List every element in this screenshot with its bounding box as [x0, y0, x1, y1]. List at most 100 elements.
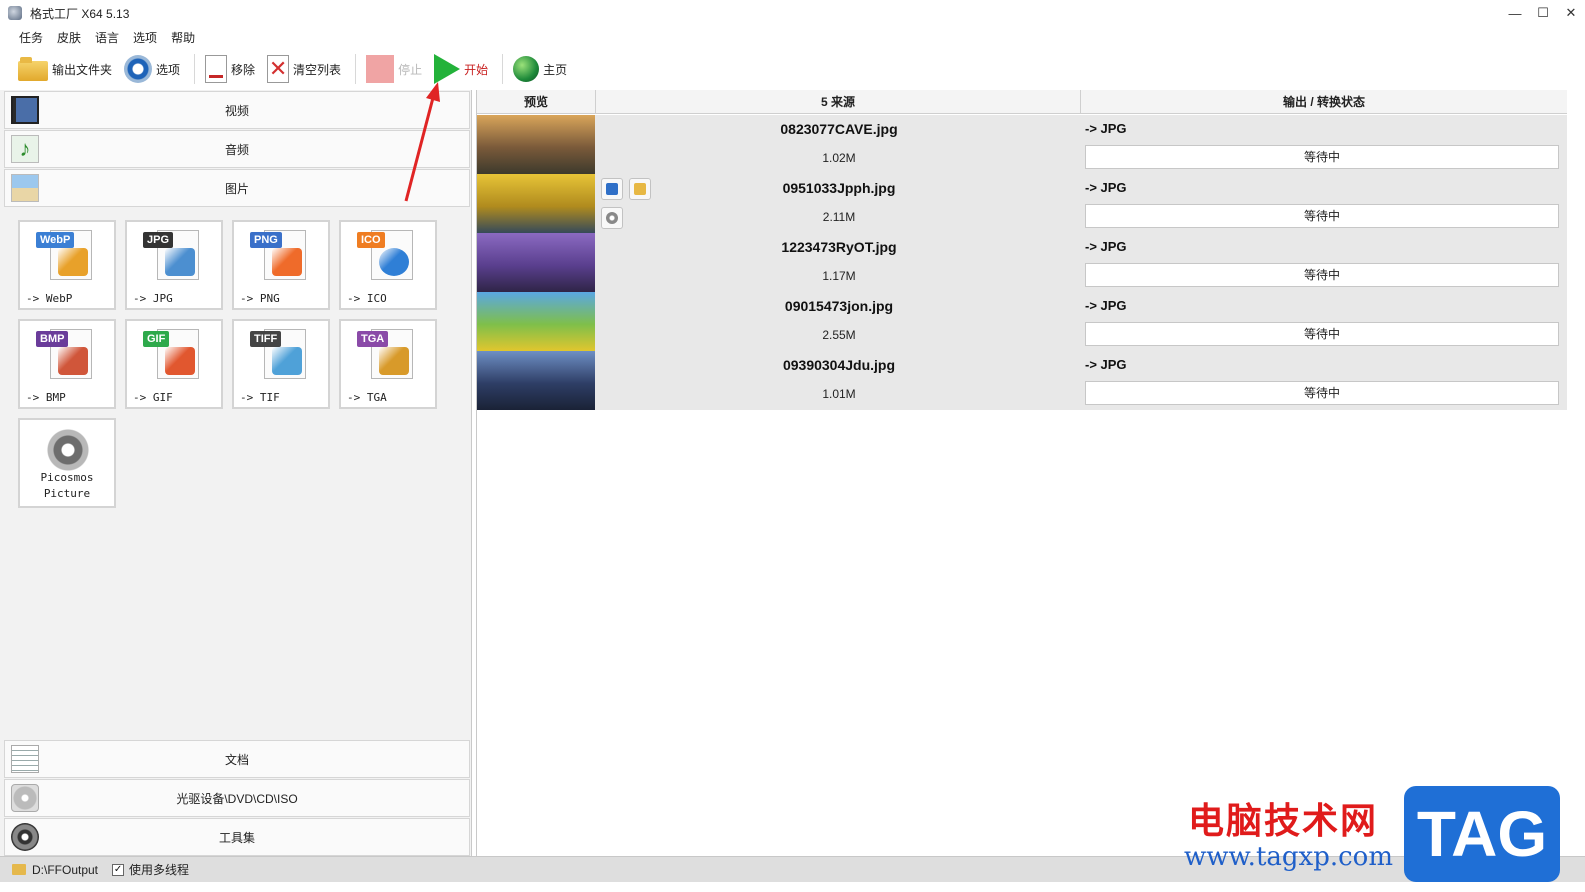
output-format: -> JPG [1085, 239, 1127, 254]
output-path[interactable]: D:\FFOutput [32, 863, 98, 877]
output-format: -> JPG [1085, 357, 1127, 372]
format-ico-tile[interactable]: ICO -> ICO [339, 220, 437, 310]
format-badge: PNG [250, 232, 282, 248]
col-source-header[interactable]: 5 来源 [596, 90, 1081, 114]
menu-task[interactable]: 任务 [12, 29, 50, 46]
format-label: -> JPG [133, 292, 173, 305]
col-preview-header[interactable]: 预览 [477, 90, 596, 114]
thumbnail [477, 292, 595, 351]
toolbar: 输出文件夹 选项 移除 ✕ 清空列表 停止 开始 主页 [0, 48, 1585, 90]
open-folder-button[interactable] [629, 178, 651, 200]
file-name: 0951033Jpph.jpg [782, 180, 896, 196]
remove-button[interactable]: 移除 [201, 51, 259, 87]
close-button[interactable]: ✕ [1557, 0, 1585, 26]
maximize-button[interactable]: ☐ [1529, 0, 1557, 26]
format-jpg-tile[interactable]: JPG -> JPG [125, 220, 223, 310]
format-badge: TIFF [250, 331, 282, 347]
format-badge: BMP [36, 331, 69, 347]
category-disc[interactable]: 光驱设备\DVD\CD\ISO [4, 779, 470, 817]
category-disc-label: 光驱设备\DVD\CD\ISO [176, 791, 298, 806]
table-row[interactable]: 09390304Jdu.jpg 1.01M -> JPG 等待中 [477, 351, 1567, 410]
start-label: 开始 [464, 62, 489, 77]
col-output-header[interactable]: 输出 / 转换状态 [1081, 90, 1567, 114]
toolbar-divider [194, 54, 196, 84]
options-label: 选项 [156, 62, 181, 77]
watermark-url: www.tagxp.com [1184, 842, 1393, 872]
table-row[interactable]: 09015473jon.jpg 2.55M -> JPG 等待中 [477, 292, 1567, 351]
clear-list-icon: ✕ [267, 55, 290, 83]
minimize-button[interactable]: — [1501, 0, 1529, 26]
format-label: -> PNG [240, 292, 280, 305]
status-box: 等待中 [1085, 204, 1559, 228]
status-box: 等待中 [1085, 322, 1559, 346]
multithread-label: 使用多线程 [129, 863, 190, 877]
output-format: -> JPG [1085, 121, 1127, 136]
file-size: 1.17M [822, 269, 856, 283]
window-title: 格式工厂 X64 5.13 [30, 6, 130, 21]
folder-icon [634, 183, 646, 195]
task-list-panel: 预览 5 来源 输出 / 转换状态 0823077CAVE.jpg 1.02M … [476, 90, 1567, 856]
table-row[interactable]: 1223473RyOT.jpg 1.17M -> JPG 等待中 [477, 233, 1567, 292]
picosmos-tile[interactable]: Picosmos Picture [18, 418, 116, 508]
status-box: 等待中 [1085, 263, 1559, 287]
category-tools[interactable]: 工具集 [4, 818, 470, 856]
file-size: 1.01M [822, 387, 856, 401]
status-box: 等待中 [1085, 381, 1559, 405]
file-info-button[interactable] [601, 178, 623, 200]
menu-skin[interactable]: 皮肤 [50, 29, 88, 46]
format-label: -> GIF [133, 391, 173, 404]
info-icon [606, 183, 618, 195]
thumbnail [477, 233, 595, 292]
watermark-logo: TAG [1404, 786, 1560, 882]
gear-icon [606, 212, 618, 224]
table-row[interactable]: 0951033Jpph.jpg 2.11M -> JPG 等待中 [477, 174, 1567, 233]
remove-doc-icon [205, 55, 228, 83]
format-bmp-tile[interactable]: BMP -> BMP [18, 319, 116, 409]
file-name: 0823077CAVE.jpg [780, 121, 898, 137]
menu-language[interactable]: 语言 [88, 29, 126, 46]
options-icon [124, 55, 153, 83]
format-tga-tile[interactable]: TGA -> TGA [339, 319, 437, 409]
category-tools-label: 工具集 [218, 830, 255, 845]
output-folder-button[interactable]: 输出文件夹 [14, 51, 116, 87]
folder-icon [18, 57, 48, 81]
output-format: -> JPG [1085, 180, 1127, 195]
app-icon [8, 6, 22, 20]
format-label: -> BMP [26, 391, 66, 404]
remove-label: 移除 [231, 62, 256, 77]
home-button[interactable]: 主页 [509, 51, 571, 87]
menu-help[interactable]: 帮助 [164, 29, 202, 46]
options-button[interactable]: 选项 [120, 51, 184, 87]
item-settings-button[interactable] [601, 207, 623, 229]
format-tif-tile[interactable]: TIFF -> TIF [232, 319, 330, 409]
thumbnail [477, 115, 595, 174]
gif-art-icon [165, 347, 195, 375]
format-badge: WebP [36, 232, 75, 248]
annotation-arrow [404, 82, 440, 202]
table-header: 预览 5 来源 输出 / 转换状态 [477, 90, 1567, 114]
menu-options[interactable]: 选项 [126, 29, 164, 46]
picosmos-label: Picosmos Picture [40, 471, 94, 500]
format-badge: TGA [357, 331, 389, 347]
format-webp-tile[interactable]: WebP -> WebP [18, 220, 116, 310]
file-size: 2.11M [822, 210, 856, 224]
toolbar-divider [355, 54, 357, 84]
multithread-checkbox[interactable]: ✓ [112, 863, 125, 876]
output-folder-label: 输出文件夹 [52, 62, 113, 77]
category-document[interactable]: 文档 [4, 740, 470, 778]
folder-icon [12, 864, 26, 875]
tga-art-icon [379, 347, 409, 375]
window-controls: — ☐ ✕ [1501, 0, 1585, 26]
clear-list-button[interactable]: ✕ 清空列表 [263, 51, 345, 87]
title-bar: 格式工厂 X64 5.13 — ☐ ✕ [0, 0, 1585, 26]
webp-art-icon [58, 248, 88, 276]
globe-icon [513, 56, 540, 82]
format-png-tile[interactable]: PNG -> PNG [232, 220, 330, 310]
info-icon [379, 248, 409, 276]
table-row[interactable]: 0823077CAVE.jpg 1.02M -> JPG 等待中 [477, 115, 1567, 174]
format-gif-tile[interactable]: GIF -> GIF [125, 319, 223, 409]
menu-bar: 任务 皮肤 语言 选项 帮助 [0, 26, 1585, 48]
format-label: -> WebP [26, 292, 73, 305]
format-badge: GIF [143, 331, 170, 347]
home-label: 主页 [543, 62, 568, 77]
